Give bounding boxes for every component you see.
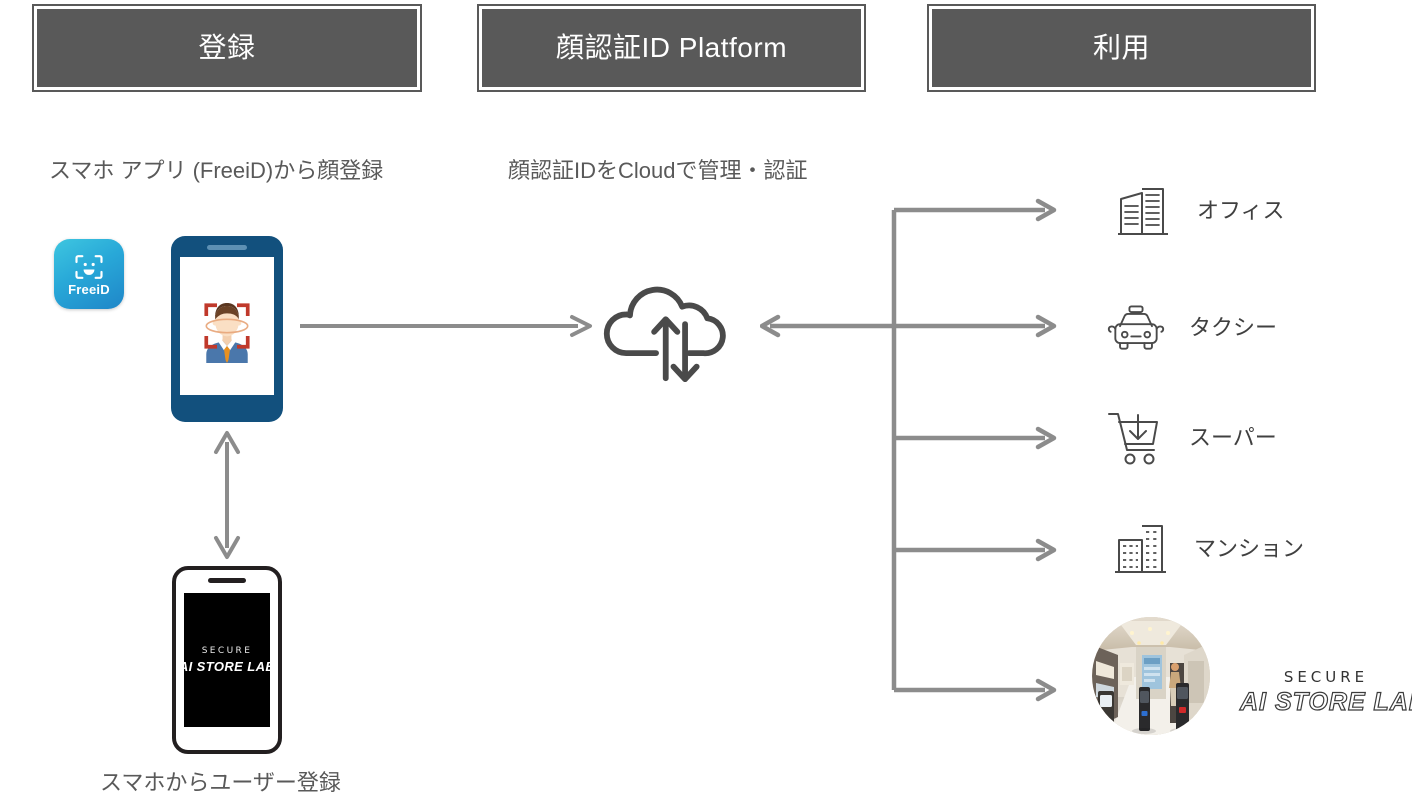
arrow-right-icon — [300, 315, 592, 337]
usecase-supermarket: スーパー — [1105, 407, 1277, 469]
freeid-app-icon: FreeiD — [54, 239, 124, 309]
office-building-icon — [1113, 180, 1175, 242]
cloud-sync-icon — [600, 272, 745, 382]
secure-ai-store-lab-logo: SECURE AI STORE LAB — [1239, 668, 1412, 716]
logo-product-text: AI STORE LAB — [1239, 688, 1412, 716]
header-label-register: 登録 — [198, 32, 256, 63]
header-label-platform: 顔認証ID Platform — [555, 32, 788, 63]
header-box-use: 利用 — [927, 4, 1316, 92]
header-box-register: 登録 — [32, 4, 422, 92]
cloud-sync-glyph — [603, 286, 726, 382]
caption-user-registration: スマホからユーザー登録 — [100, 770, 341, 795]
usecase-office: オフィス — [1113, 180, 1285, 242]
lab-brand-text: SECURE — [201, 646, 253, 656]
connector-fanout-tree — [759, 190, 1070, 710]
connector-phone-to-phone — [205, 428, 249, 562]
usecase-mansion: マンション — [1110, 518, 1304, 580]
smartphone-ai-store-lab: SECURE AI STORE LAB — [172, 566, 282, 754]
caption-cloud: 顔認証IDをCloudで管理・認証 — [508, 158, 808, 183]
phone-screen-lab: SECURE AI STORE LAB — [179, 593, 275, 727]
lab-product-text: AI STORE LAB — [178, 659, 276, 674]
connector-phone-to-cloud — [300, 308, 595, 344]
face-recognition-icon — [204, 303, 250, 363]
caption-register: スマホ アプリ (FreeiD)から顔登録 — [49, 158, 384, 183]
arrow-up-down-icon — [214, 431, 240, 559]
usecase-label-taxi: タクシー — [1189, 315, 1278, 340]
freeid-app-label: FreeiD — [68, 282, 110, 297]
usecase-label-mansion: マンション — [1194, 536, 1305, 561]
store-interior-photo — [1092, 617, 1210, 735]
usecase-label-supermarket: スーパー — [1189, 425, 1277, 450]
phone-speaker — [207, 245, 247, 250]
fanout-arrows-icon — [759, 198, 1057, 702]
header-box-platform: 顔認証ID Platform — [477, 4, 866, 92]
phone-speaker — [208, 578, 246, 583]
face-scan-icon — [75, 255, 103, 279]
usecase-taxi: タクシー — [1105, 297, 1277, 359]
apartment-building-icon — [1110, 518, 1172, 580]
taxi-icon — [1105, 297, 1167, 359]
diagram-canvas: 登録 顔認証ID Platform 利用 スマホ アプリ (FreeiD)から顔… — [0, 0, 1412, 801]
store-interior-illustration — [1092, 617, 1210, 735]
smartphone-face-registration — [171, 236, 283, 422]
usecase-label-office: オフィス — [1197, 198, 1285, 223]
phone-screen-face — [180, 257, 274, 395]
logo-brand-text: SECURE — [1283, 668, 1369, 686]
header-label-use: 利用 — [1092, 32, 1150, 63]
shopping-cart-icon — [1105, 407, 1167, 469]
